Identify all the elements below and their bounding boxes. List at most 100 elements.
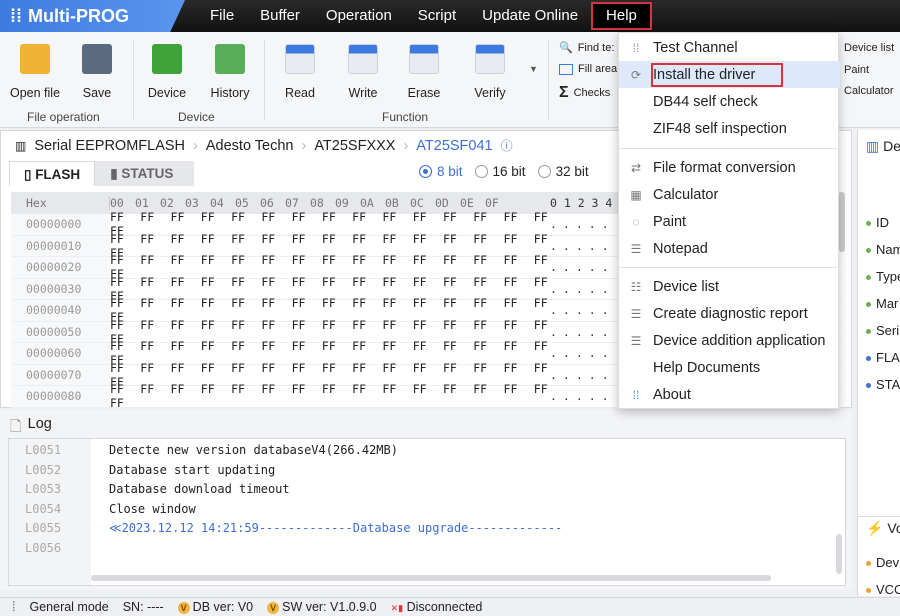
paint-button[interactable]: Paint xyxy=(844,64,869,76)
device-info-item: Mar xyxy=(866,296,898,311)
log-v-scrollbar[interactable] xyxy=(836,534,842,574)
bit-option-8bit[interactable]: 8 bit xyxy=(419,164,463,179)
device-info-item: FLA xyxy=(866,350,900,365)
calculator-button[interactable]: Calculator xyxy=(844,85,894,97)
button-label: Write xyxy=(348,86,378,100)
sw-version: V SW ver: V1.0.9.0 xyxy=(267,600,377,614)
menu-help[interactable]: Help xyxy=(591,2,652,30)
device-button[interactable]: Device xyxy=(137,44,197,100)
breadcrumb-item[interactable]: AT25SFXXX xyxy=(314,138,395,154)
group-label: Device xyxy=(178,110,215,124)
item-label: ID xyxy=(876,215,889,230)
log-body[interactable]: L0051 Detecte new version databaseV4(266.… xyxy=(8,438,846,586)
device-list-button[interactable]: Device list xyxy=(844,42,894,54)
row-bytes[interactable]: FF FF FF FF FF FF FF FF FF FF FF FF FF F… xyxy=(110,382,550,410)
read-icon xyxy=(285,44,315,74)
bit-option-16bit[interactable]: 16 bit xyxy=(474,164,526,179)
write-icon xyxy=(348,44,378,74)
help-menu-item-db44-self-check[interactable]: DB44 self check xyxy=(619,88,840,115)
log-h-scrollbar[interactable] xyxy=(91,575,771,581)
log-line: L0051 Detecte new version databaseV4(266.… xyxy=(9,443,398,463)
item-label: Seri xyxy=(876,323,900,338)
verify-button[interactable]: Verify xyxy=(460,44,520,100)
help-menu-item-device-addition-application[interactable]: ☰ Device addition application xyxy=(619,327,840,354)
log-line-number: L0052 xyxy=(25,462,62,477)
tab-status[interactable]: ▮ STATUS xyxy=(95,161,195,186)
tab-flash[interactable]: ▯ FLASH xyxy=(9,161,96,186)
about-icon: ⁞⁞ xyxy=(632,387,640,402)
menu-item-label: Install the driver xyxy=(650,62,784,87)
mode-status: General mode xyxy=(29,600,109,614)
log-line-text: ≪2023.12.12 14:21:59-------------Databas… xyxy=(109,521,563,536)
menu-buffer[interactable]: Buffer xyxy=(247,2,313,30)
disconnected-icon: ✕▮ xyxy=(390,603,404,613)
log-line-number: L0053 xyxy=(25,482,62,497)
history-button[interactable]: History xyxy=(200,44,260,100)
button-label: Save xyxy=(82,86,112,100)
help-menu-item-test-channel[interactable]: ⁞⁞ Test Channel xyxy=(619,34,840,61)
lightning-icon: ⚡ xyxy=(866,520,884,536)
help-menu-item-help-documents[interactable]: Help Documents xyxy=(619,354,840,381)
help-menu-item-create-diagnostic-report[interactable]: ☰ Create diagnostic report xyxy=(619,300,840,327)
panel-title: ▥ Dev xyxy=(866,138,900,154)
write-button[interactable]: Write xyxy=(333,44,393,100)
read-button[interactable]: Read xyxy=(270,44,330,100)
calculator-icon: ▦ xyxy=(630,187,642,202)
radio-icon xyxy=(537,165,551,178)
status-bar: ⁞ General mode SN: ---- V DB ver: V0 V SW … xyxy=(0,597,900,616)
bit-option-32bit[interactable]: 32 bit xyxy=(537,164,589,179)
search-icon: 🔍 xyxy=(559,42,573,54)
log-line: L0053 Database download timeout xyxy=(9,482,290,502)
find-text-button[interactable]: 🔍 Find te: xyxy=(559,41,614,55)
device-info-item: Nam xyxy=(866,242,900,257)
save-button[interactable]: Save xyxy=(67,44,127,100)
breadcrumb-item[interactable]: Serial EEPROMFLASH xyxy=(34,138,185,154)
help-menu-item-device-list[interactable]: ☷ Device list xyxy=(619,273,840,300)
floppy-icon xyxy=(82,44,112,74)
row-offset: 00000070 xyxy=(11,364,110,385)
open-file-button[interactable]: Open file xyxy=(5,44,65,100)
help-menu-item-file-format-conversion[interactable]: ⇄ File format conversion xyxy=(619,154,840,181)
device-info-panel: ▥ Dev ⚡ Vol ID Nam Type Mar Seri FLA STA Dev VCC xyxy=(857,130,900,597)
log-line: L0056 xyxy=(9,541,109,561)
help-menu-item-install-the-driver[interactable]: ⟳ Install the driver xyxy=(619,61,840,88)
hex-column-header: 0B xyxy=(385,196,399,210)
row-ascii: ..... xyxy=(550,303,615,318)
device-info-item: STA xyxy=(866,377,900,392)
menu-update-online[interactable]: Update Online xyxy=(469,2,591,30)
row-offset: 00000040 xyxy=(11,300,110,321)
breadcrumb-item[interactable]: Adesto Techn xyxy=(206,138,294,154)
menu-item-label: Device addition application xyxy=(653,332,826,349)
fill-area-button[interactable]: Fill area xyxy=(559,63,617,75)
menu-item-label: Device list xyxy=(653,278,720,295)
hex-column-header: 01 xyxy=(135,196,149,210)
button-label: History xyxy=(210,86,250,100)
voltage-title: ⚡ Vol xyxy=(858,516,900,537)
checksum-button[interactable]: Σ Checks xyxy=(559,84,610,102)
menubar: ⁞⁞ Multi-PROG File Buffer Operation Script Up… xyxy=(0,0,900,32)
menu-file[interactable]: File xyxy=(197,2,247,30)
menu-operation[interactable]: Operation xyxy=(313,2,405,30)
log-line-number: L0056 xyxy=(25,541,62,555)
folder-icon xyxy=(20,44,50,74)
connection-status: ✕▮ Disconnected xyxy=(390,600,483,614)
device-info-item: Seri xyxy=(866,323,899,338)
hex-column-header: 06 xyxy=(260,196,274,210)
help-menu-item-about[interactable]: ⁞⁞ About xyxy=(619,381,840,408)
help-menu-item-paint[interactable]: ◌ Paint xyxy=(619,208,840,235)
help-menu-item-zif48-self-inspection[interactable]: ZIF48 self inspection xyxy=(619,115,840,142)
help-menu-item-calculator[interactable]: ▦ Calculator xyxy=(619,181,840,208)
log-line: L0052 Database start updating xyxy=(9,463,275,483)
info-icon[interactable]: ⓘ xyxy=(501,137,513,154)
sn-status: SN: ---- xyxy=(122,600,164,614)
hex-column-header: 08 xyxy=(310,196,324,210)
erase-button[interactable]: Erase xyxy=(394,44,454,100)
menu-item-label: ZIF48 self inspection xyxy=(653,120,787,137)
more-dropdown-icon[interactable]: ▼ xyxy=(529,64,538,74)
help-menu-item-notepad[interactable]: ☰ Notepad xyxy=(619,235,840,262)
refresh-icon: ⟳ xyxy=(630,67,642,82)
app-logo: ⁞⁞ Multi-PROG xyxy=(0,0,185,32)
menu-item-label: Create diagnostic report xyxy=(653,305,808,322)
menu-script[interactable]: Script xyxy=(405,2,469,30)
breadcrumb-current[interactable]: AT25SF041 xyxy=(416,138,492,154)
